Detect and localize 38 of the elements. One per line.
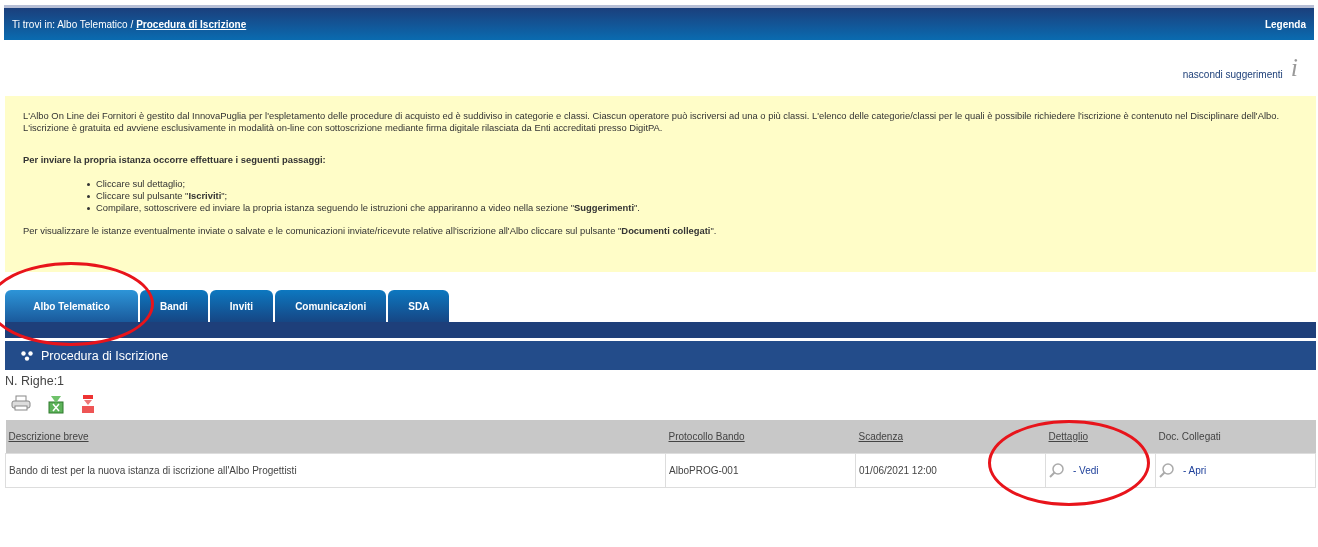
step-text: Cliccare sul pulsante "Iscriviti"; <box>96 189 228 203</box>
steps-heading: Per inviare la propria istanza occorre effettuare i seguenti passaggi: <box>23 154 327 167</box>
row-count: N. Righe:1 <box>5 374 66 388</box>
bullet-icon <box>87 207 90 211</box>
bullet-icon <box>87 182 90 186</box>
detail-link[interactable]: - Vedi <box>1073 465 1099 476</box>
detail-link[interactable]: - Apri <box>1183 465 1207 476</box>
tab[interactable]: Comunicazioni <box>275 290 387 322</box>
column-header[interactable]: Scadenza <box>855 420 1046 454</box>
excel-export-icon[interactable] <box>47 394 65 414</box>
column-header[interactable]: Protocollo Bando <box>665 420 856 454</box>
column-header[interactable]: Descrizione breve <box>5 420 666 454</box>
info-paragraph: L'iscrizione è gratuita ed avviene esclusivamente in modalità on-line con sottoscrizione mediante firma digitale rilasciata da Enti accreditati presso DigitPA. <box>23 122 664 135</box>
column-header: Doc. Collegati <box>1155 420 1316 454</box>
tab[interactable]: Inviti <box>209 290 274 322</box>
tab[interactable]: SDA <box>388 290 450 322</box>
info-icon: i <box>1290 55 1298 81</box>
info-paragraph: Per visualizzare le istanze eventualmente inviate o salvate e le comunicazioni inviate/ricevute relative all'iscrizione all'Albo cliccare sul pulsante "Documenti collegati". <box>23 225 718 238</box>
breadcrumb-link[interactable]: Procedura di Iscrizione <box>136 18 247 30</box>
breadcrumb-text: Ti trovi in: Albo Telematico / <box>12 18 134 30</box>
step-text: Compilare, sottoscrivere ed inviare la propria istanza seguendo le istruzioni che appariranno a video nella sezione "Suggerimenti". <box>96 202 640 215</box>
legend-link[interactable]: Legenda <box>1264 18 1306 30</box>
magnifier-icon[interactable] <box>1159 462 1175 479</box>
section-title: Procedura di Iscrizione <box>41 348 169 363</box>
info-paragraph: L'Albo On Line dei Fornitori è gestito dal InnovaPuglia per l'espletamento delle procedure di acquisto ed è suddiviso in categorie e classi. Ciascun operatore può iscriversi ad una o più classi. L'elenco delle categorie/classi per le quali è possibile richiedere l'iscrizione è contenuto nel Disciplinare dell'Albo. <box>23 110 1281 123</box>
table-cell: AlboPROG-001 <box>665 453 856 488</box>
printer-icon[interactable] <box>11 394 31 412</box>
section-header[interactable]: Procedura di Iscrizione <box>5 341 1316 370</box>
table-cell: 01/06/2021 12:00 <box>855 453 1046 488</box>
tab[interactable]: Albo Telematico <box>5 290 138 322</box>
pdf-export-icon[interactable] <box>81 394 95 414</box>
magnifier-icon[interactable] <box>1049 462 1065 479</box>
tab[interactable]: Bandi <box>140 290 208 322</box>
column-header[interactable]: Dettaglio <box>1045 420 1156 454</box>
bullet-icon <box>87 194 90 198</box>
step-text: Cliccare sul dettaglio; <box>96 177 186 190</box>
table-cell: Bando di test per la nuova istanza di iscrizione all'Albo Progettisti <box>5 453 666 488</box>
hide-tips-link[interactable]: nascondi suggerimenti <box>1182 68 1283 80</box>
